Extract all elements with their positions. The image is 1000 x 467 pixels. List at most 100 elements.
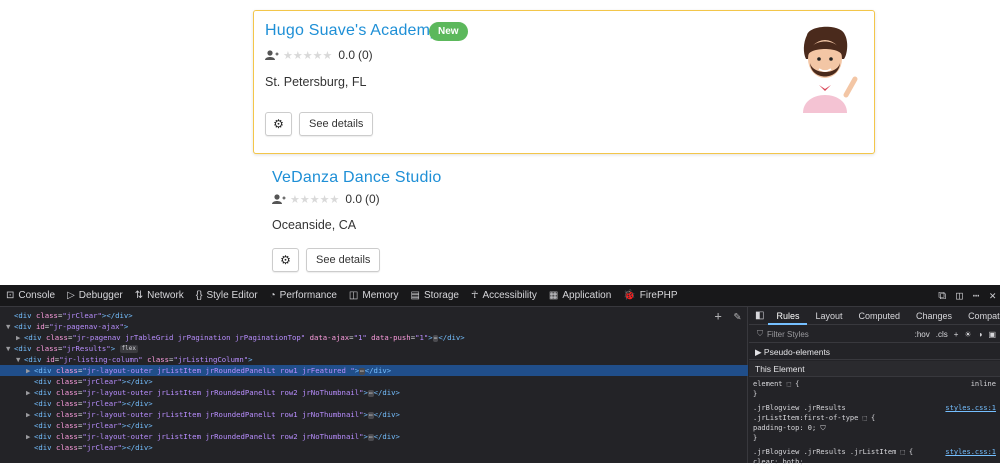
markup-node[interactable]: ▶ <div class="jr-pagenav jrTableGrid jrPa… (0, 332, 748, 343)
sidebar-tab-changes[interactable]: Changes (908, 307, 960, 325)
listing-location: Oceanside, CA (272, 218, 357, 232)
devtools-tab-memory[interactable]: ◫ Memory (343, 285, 405, 307)
css-rule-text: } (753, 390, 758, 398)
this-element-header: This Element (749, 361, 1000, 377)
markup-node[interactable]: ▶ <div class="jr-layout-outer jrListItem … (0, 387, 748, 398)
rules-sidebar: ◧ Rules Layout Computed Changes Compat ⛉ Fil… (749, 307, 1000, 466)
user-icon (272, 194, 286, 204)
listing-title[interactable]: Hugo Suave's Academy (265, 22, 438, 40)
inspector-markup-view: + ✎ <div class="jrClear"></div> ▼ <div id=… (0, 307, 748, 463)
memory-icon: ◫ (348, 290, 359, 301)
avatar (803, 26, 858, 113)
markup-node[interactable]: <div class="jrClear"></div> (0, 376, 748, 387)
filter-styles[interactable]: ⛉ Filter Styles :hov .cls + ☀ ◑ ▣ (749, 326, 1000, 343)
css-rule-line[interactable]: clear: both; (749, 457, 1000, 467)
filter-tool-button[interactable]: ☀ (964, 330, 971, 339)
devtools-tab-application[interactable]: ▦ Application (543, 285, 617, 307)
listing-actions-button[interactable]: ⚙ (265, 112, 292, 136)
css-rule-line[interactable]: } (749, 433, 1000, 443)
devtools-toolbar: ⊡ Console ▷ Debugger ⇅ Network{} Style Editor ◔… (0, 285, 1000, 307)
listing-card-featured: Hugo Suave's Academy New ★★★★★ 0.0 (0) S… (253, 10, 875, 154)
listing-page: Hugo Suave's Academy New ★★★★★ 0.0 (0) S… (0, 0, 1000, 285)
filter-tools: :hov .cls + ☀ ◑ ▣ (915, 330, 996, 339)
sidebar-tab-compat[interactable]: Compat (960, 307, 1000, 325)
close-icon[interactable]: ✕ (989, 289, 996, 303)
dock-icon[interactable]: ⧉ (938, 289, 946, 303)
network-icon: ⇅ (134, 290, 144, 301)
star-rating-icon: ★★★★★ (283, 49, 333, 62)
filter-styles-input[interactable]: Filter Styles (767, 330, 809, 339)
sidebar-tab-rules[interactable]: Rules (768, 307, 808, 325)
review-count: (0) (358, 48, 373, 62)
see-details-button[interactable]: See details (306, 248, 381, 272)
storage-icon: ▤ (410, 290, 420, 301)
filter-icon: ⛉ (757, 329, 763, 338)
devtools-tab-label: Storage (423, 290, 459, 301)
filter-tool-button[interactable]: ◑ (978, 330, 983, 339)
markup-node[interactable]: <div class="jrClear"></div> (0, 310, 748, 321)
devtools-tab-debugger[interactable]: ▷ Debugger (61, 285, 129, 307)
css-rule-text: .jrBlogview .jrResults (753, 404, 846, 412)
css-rule-line[interactable]: element ⬚ {inline (749, 379, 1000, 389)
css-rule-text: .jrBlogview .jrResults .jrListItem ⬚ { (753, 448, 914, 456)
gear-icon: ⚙ (280, 253, 291, 267)
user-icon (265, 50, 279, 60)
accessibility-icon: ☥ (470, 290, 479, 301)
listing-actions-button[interactable]: ⚙ (272, 248, 299, 272)
pseudo-elements-toggle[interactable]: ▶ Pseudo-elements (749, 344, 1000, 360)
filter-tool-button[interactable]: + (954, 330, 959, 339)
review-count: (0) (365, 192, 380, 206)
filter-tool-button[interactable]: ▣ (988, 330, 996, 339)
css-rule-line[interactable]: .jrBlogview .jrResults .jrListItem ⬚ { st… (749, 447, 1000, 457)
css-source-link[interactable]: styles.css:1 (945, 403, 996, 413)
debugger-icon: ▷ (67, 290, 75, 301)
rating-value: 0.0 (345, 192, 362, 206)
markup-node[interactable]: <div class="jrClear"></div> (0, 398, 748, 409)
performance-icon: ◔ (269, 290, 276, 301)
devtools-tab-style-editor[interactable]: {} Style Editor (190, 285, 264, 307)
filter-tool-button[interactable]: .cls (936, 330, 948, 339)
css-source-link[interactable]: styles.css:1 (945, 447, 996, 457)
markup-node[interactable]: ▶ <div class="jr-layout-outer jrListItem … (0, 431, 748, 442)
devtools-tab-network[interactable]: ⇅ Network (129, 285, 190, 307)
rating-row: ★★★★★ 0.0 (0) (272, 192, 380, 206)
see-details-button[interactable]: See details (299, 112, 374, 136)
filter-tool-button[interactable]: :hov (915, 330, 930, 339)
sidebar-tab-computed[interactable]: Computed (851, 307, 909, 325)
more-icon[interactable]: ⋯ (973, 289, 980, 303)
split-icon[interactable]: ◫ (956, 289, 963, 303)
css-rule-line[interactable]: .jrListItem:first-of-type ⬚ { (749, 413, 1000, 423)
listing-location: St. Petersburg, FL (265, 75, 367, 89)
css-rule-text: .jrListItem:first-of-type ⬚ { (753, 414, 876, 422)
devtools-tab-firephp[interactable]: 🐞 FirePHP (617, 285, 683, 307)
markup-node[interactable]: ▼ <div id="jr-listing-column" class="jrLi… (0, 354, 748, 365)
css-rule-text: clear: both; (753, 458, 804, 466)
style-editor-icon: {} (195, 290, 203, 301)
sidebar-tab-layout[interactable]: Layout (807, 307, 850, 325)
css-rule-line[interactable]: .jrBlogview .jrResults styles.css:1 (749, 403, 1000, 413)
listing-title[interactable]: VeDanza Dance Studio (272, 169, 441, 187)
devtools-tab-storage[interactable]: ▤ Storage (405, 285, 465, 307)
pseudo-elements-label: Pseudo-elements (763, 347, 831, 357)
css-source-link[interactable]: inline (971, 379, 996, 389)
devtools-tab-console[interactable]: ⊡ Console (0, 285, 61, 307)
markup-node[interactable]: <div class="jrClear"></div> (0, 442, 748, 453)
markup-node[interactable]: ▼ <div class="jrResults"> flex (0, 343, 748, 354)
application-icon: ▦ (548, 290, 559, 301)
markup-node[interactable]: ▶ <div class="jr-layout-outer jrListItem … (0, 365, 748, 376)
markup-node[interactable]: <div class="jrClear"></div> (0, 420, 748, 431)
css-rule-text: padding-top: 0; ⛉ (753, 424, 826, 432)
css-rule-line[interactable]: padding-top: 0; ⛉ (749, 423, 1000, 433)
devtools-tab-performance[interactable]: ◔ Performance (264, 285, 343, 307)
devtools-tab-label: Network (147, 290, 184, 301)
devtools-tab-label: Memory (362, 290, 399, 301)
devtools-tab-label: FirePHP (639, 290, 678, 301)
markup-node[interactable]: ▶ <div class="jr-layout-outer jrListItem … (0, 409, 748, 420)
markup-node[interactable]: ▼ <div id="jr-pagenav-ajax"> (0, 321, 748, 332)
sidebar-toggle-icon[interactable]: ◧ (749, 310, 768, 321)
css-rule-line[interactable]: } (749, 389, 1000, 399)
console-icon: ⊡ (6, 290, 15, 301)
devtools-tab-accessibility[interactable]: ☥ Accessibility (465, 285, 543, 307)
rating-value: 0.0 (338, 48, 355, 62)
star-rating-icon: ★★★★★ (290, 193, 340, 206)
